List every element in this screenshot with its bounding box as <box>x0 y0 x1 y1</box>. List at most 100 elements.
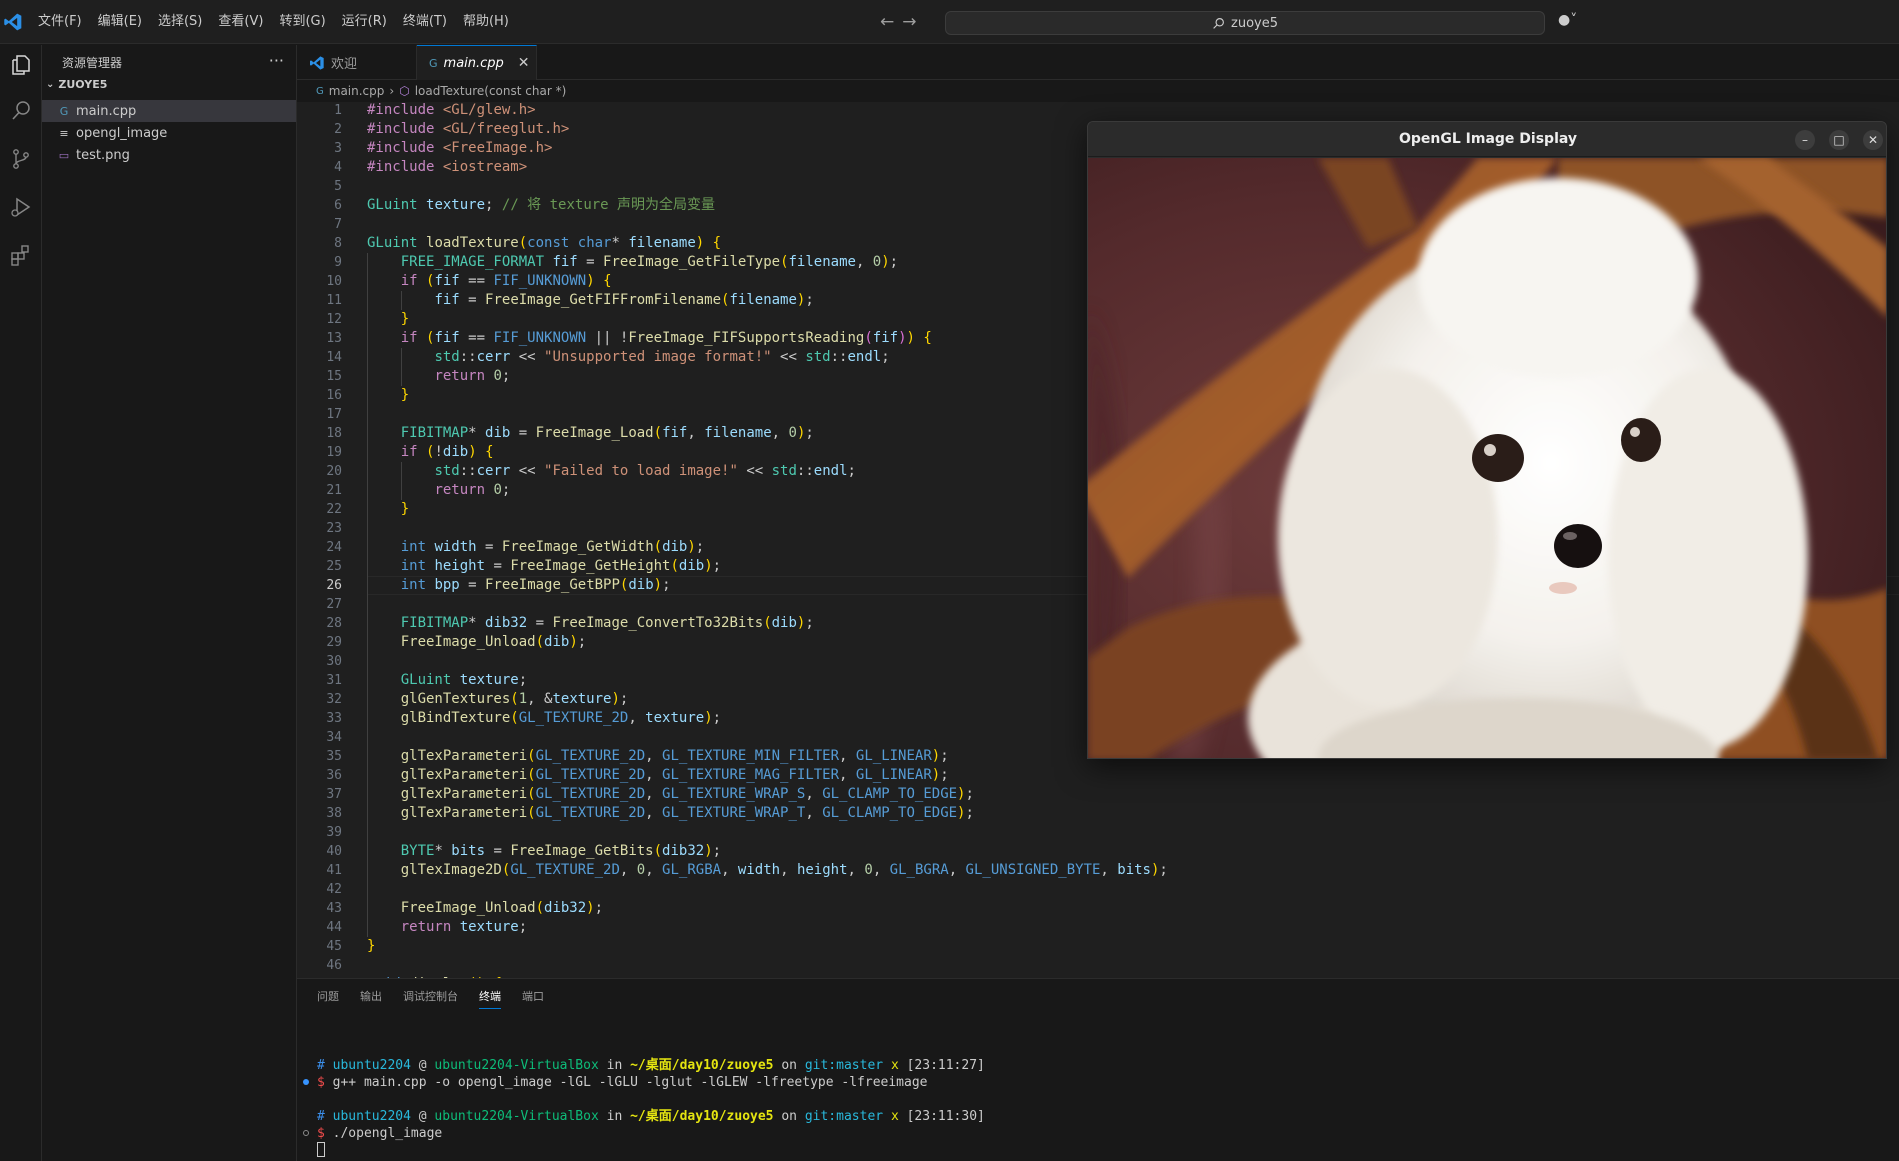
file-item[interactable]: ▭ test.png <box>42 144 296 166</box>
tab-welcome[interactable]: 欢迎 <box>297 45 417 80</box>
line-number: 36 <box>326 768 342 783</box>
menu-item[interactable]: 文件(F) <box>30 0 90 44</box>
panel-tab[interactable]: 问题 <box>317 988 339 1004</box>
code-line: 36 glTexParameteri(GL_TEXTURE_2D, GL_TEX… <box>297 766 1899 785</box>
line-number: 6 <box>334 198 342 213</box>
line-number: 8 <box>334 236 342 251</box>
search-icon <box>1213 17 1224 29</box>
menu-item[interactable]: 选择(S) <box>150 0 210 44</box>
opengl-window-titlebar[interactable]: OpenGL Image Display – □ ✕ <box>1088 122 1886 157</box>
line-number: 5 <box>334 179 342 194</box>
panel-tab[interactable]: 输出 <box>360 988 382 1004</box>
line-code: FreeImage_Unload(dib); <box>400 634 587 650</box>
line-code: GLuint texture; // 将 texture 声明为全局变量 <box>367 197 716 213</box>
panel-tab[interactable]: 终端 <box>479 988 501 1009</box>
source-control-icon[interactable] <box>6 144 36 174</box>
tab-main-cpp[interactable]: G main.cpp ✕ <box>417 45 537 80</box>
image-file-icon: ▭ <box>58 148 70 162</box>
line-number: 28 <box>326 616 342 631</box>
line-number: 12 <box>326 312 342 327</box>
search-sidebar-icon[interactable] <box>6 96 36 126</box>
menu-bar: 文件(F) 编辑(E) 选择(S) 查看(V) 转到(G) 运行(R) 终端(T) 帮助(H) <box>30 0 517 44</box>
panel-tabs: 问题 输出 调试控制台 终端 端口 <box>317 979 544 1013</box>
file-item[interactable]: ≡ opengl_image <box>42 122 296 144</box>
line-number: 30 <box>326 654 342 669</box>
back-arrow-icon[interactable]: ← <box>880 12 894 32</box>
line-code: fif = FreeImage_GetFIFFromFilename(filen… <box>434 292 814 308</box>
copilot-icon[interactable]: ●˅ <box>1558 12 1577 28</box>
line-number: 11 <box>326 293 342 308</box>
opengl-window[interactable]: OpenGL Image Display – □ ✕ <box>1087 121 1887 759</box>
line-code: return 0; <box>434 482 511 498</box>
line-number: 29 <box>326 635 342 650</box>
vscode-logo-icon[interactable] <box>3 12 23 32</box>
bottom-panel: 问题 输出 调试控制台 终端 端口 # ubuntu2204 @ ubuntu2204-… <box>297 978 1899 1161</box>
line-code: return 0; <box>434 368 511 384</box>
forward-arrow-icon[interactable]: → <box>902 12 916 32</box>
more-actions-icon[interactable]: ··· <box>269 49 284 73</box>
file-name: opengl_image <box>76 125 168 141</box>
menu-item[interactable]: 转到(G) <box>271 0 333 44</box>
explorer-sidebar: 资源管理器 ··· ⌄ ZUOYE5 Gmain.cpp ≡ opengl_imag… <box>42 45 297 1161</box>
line-number: 1 <box>334 103 342 118</box>
terminal-command-line: $ g++ main.cpp -o opengl_image -lGL -lGL… <box>317 1075 928 1090</box>
menu-item[interactable]: 运行(R) <box>334 0 395 44</box>
line-number: 42 <box>326 882 342 897</box>
vscode-icon <box>310 55 324 70</box>
workspace-folder[interactable]: ⌄ ZUOYE5 <box>46 78 107 91</box>
line-number: 21 <box>326 483 342 498</box>
panel-tab[interactable]: 端口 <box>522 988 544 1004</box>
maximize-icon[interactable]: □ <box>1829 130 1849 150</box>
line-code: int width = FreeImage_GetWidth(dib); <box>400 539 705 555</box>
close-icon[interactable]: ✕ <box>518 55 530 71</box>
line-number: 9 <box>334 255 342 270</box>
breadcrumb-file[interactable]: main.cpp <box>329 84 385 98</box>
editor-tabs: 欢迎 G main.cpp ✕ <box>297 45 1899 80</box>
line-code: std::cerr << "Unsupported image format!"… <box>434 349 890 365</box>
command-running-icon[interactable] <box>303 1130 309 1136</box>
line-number: 35 <box>326 749 342 764</box>
menu-item[interactable]: 终端(T) <box>395 0 455 44</box>
breadcrumb-symbol[interactable]: loadTexture(const char *) <box>415 84 567 98</box>
line-code: #include <GL/glew.h> <box>367 102 536 118</box>
line-code: } <box>400 311 410 327</box>
line-number: 23 <box>326 521 342 536</box>
line-code: glTexParameteri(GL_TEXTURE_2D, GL_TEXTUR… <box>400 786 974 802</box>
line-code: #include <GL/freeglut.h> <box>367 121 570 137</box>
command-success-icon[interactable] <box>303 1079 309 1085</box>
terminal-prompt-line: # ubuntu2204 @ ubuntu2204-VirtualBox in … <box>317 1109 985 1124</box>
line-code: } <box>367 938 376 954</box>
menu-item[interactable]: 查看(V) <box>210 0 271 44</box>
line-code: int height = FreeImage_GetHeight(dib); <box>400 558 722 574</box>
line-code: GLuint loadTexture(const char* filename)… <box>367 235 722 251</box>
code-line: 38 glTexParameteri(GL_TEXTURE_2D, GL_TEX… <box>297 804 1899 823</box>
line-number: 20 <box>326 464 342 479</box>
panel-tab[interactable]: 调试控制台 <box>403 988 458 1004</box>
code-line: 43 FreeImage_Unload(dib32); <box>297 899 1899 918</box>
line-code: } <box>400 387 410 403</box>
line-code: if (fif == FIF_UNKNOWN || !FreeImage_FIF… <box>400 330 932 346</box>
extensions-icon[interactable] <box>6 240 36 270</box>
explorer-icon[interactable] <box>6 50 36 80</box>
minimize-icon[interactable]: – <box>1795 130 1815 150</box>
line-code: glTexImage2D(GL_TEXTURE_2D, 0, GL_RGBA, … <box>400 862 1168 878</box>
run-debug-icon[interactable] <box>6 192 36 222</box>
menu-item[interactable]: 编辑(E) <box>90 0 150 44</box>
code-line: 45} <box>297 937 1899 956</box>
line-number: 31 <box>326 673 342 688</box>
code-line: 39 <box>297 823 1899 842</box>
line-number: 25 <box>326 559 342 574</box>
line-number: 10 <box>326 274 342 289</box>
line-code: return texture; <box>400 919 528 935</box>
cpp-file-icon: G <box>316 85 324 97</box>
line-number: 2 <box>334 122 342 137</box>
close-window-icon[interactable]: ✕ <box>1863 130 1883 150</box>
line-number: 15 <box>326 369 342 384</box>
menu-item[interactable]: 帮助(H) <box>455 0 517 44</box>
line-code: BYTE* bits = FreeImage_GetBits(dib32); <box>400 843 722 859</box>
file-item[interactable]: Gmain.cpp <box>42 100 296 122</box>
line-number: 14 <box>326 350 342 365</box>
puppy-image <box>1088 158 1886 758</box>
command-center-search[interactable]: zuoye5 <box>945 11 1545 35</box>
code-line: 1 #include <GL/glew.h> <box>297 102 1899 120</box>
